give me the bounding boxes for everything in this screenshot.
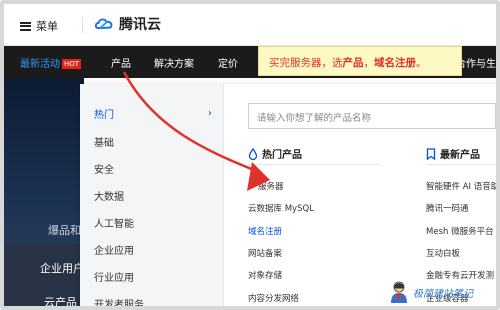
- product-link[interactable]: Mesh 微服务平台: [426, 225, 494, 237]
- brand-name: 腾讯云: [119, 17, 161, 33]
- brand-logo[interactable]: 腾讯云: [94, 14, 161, 34]
- category-ai[interactable]: 人工智能: [94, 215, 134, 230]
- product-link-domain[interactable]: 域名注册: [248, 225, 282, 237]
- search-placeholder: 请输入你想了解的产品名称: [257, 113, 372, 124]
- product-link[interactable]: 智能硬件 AI 语音助: [426, 180, 496, 192]
- divider: [426, 164, 496, 165]
- product-search-input[interactable]: 请输入你想了解的产品名称: [248, 103, 496, 129]
- nav-item-latest[interactable]: 最新活动 HOT: [20, 55, 82, 70]
- hero-headline: 爆品和: [48, 224, 81, 237]
- product-link[interactable]: 网站备案: [248, 247, 282, 259]
- category-bigdata[interactable]: 大数据: [94, 188, 124, 203]
- annotation-middle: ，: [363, 57, 375, 69]
- annotation-prefix: 买完服务器，选: [269, 57, 343, 69]
- hero-link-cloud[interactable]: 云产品: [44, 294, 77, 306]
- nav-item-partners[interactable]: 合作与生: [456, 55, 496, 70]
- watermark: 极简建站笔记: [388, 280, 473, 304]
- browser-frame: 菜单 腾讯云 最新活动 HOT 产品 解决方案 定价 合作与生 爆品和 企业用户 …: [0, 0, 500, 310]
- products-dropdown: 热门 › 基础 安全 大数据 人工智能 企业应用 行业应用 开发者服务 请输入你…: [80, 84, 496, 306]
- cartoon-avatar-icon: [391, 281, 407, 303]
- product-link[interactable]: 服务器: [258, 180, 284, 192]
- annotation-text: 买完服务器，选产品，域名注册。: [269, 55, 427, 70]
- category-basic[interactable]: 基础: [94, 134, 114, 149]
- divider: [248, 164, 380, 165]
- bookmark-icon: [426, 147, 436, 160]
- category-industry[interactable]: 行业应用: [94, 269, 134, 284]
- product-link[interactable]: 互动白板: [426, 247, 460, 259]
- droplet-icon: [248, 147, 258, 160]
- category-list: 热门 › 基础 安全 大数据 人工智能 企业应用 行业应用 开发者服务: [80, 84, 224, 306]
- category-enterprise[interactable]: 企业应用: [94, 242, 134, 257]
- category-hot[interactable]: 热门: [94, 106, 114, 121]
- product-link[interactable]: 对象存储: [248, 269, 282, 281]
- annotation-suffix: 。: [416, 57, 427, 69]
- hero-link-enterprise[interactable]: 企业用户: [40, 260, 84, 276]
- divider: [82, 17, 83, 33]
- product-link[interactable]: 内容分发网络: [248, 292, 299, 304]
- product-link[interactable]: 云数据库 MySQL: [248, 202, 314, 214]
- category-developer[interactable]: 开发者服务: [94, 296, 144, 306]
- chevron-right-icon: ›: [208, 108, 212, 119]
- nav-label: 最新活动: [20, 59, 60, 70]
- tencent-cloud-logo-icon: [94, 18, 113, 29]
- nav-item-pricing[interactable]: 定价: [218, 55, 238, 70]
- watermark-text: 极简建站笔记: [413, 288, 473, 300]
- menu-label: 菜单: [36, 20, 58, 33]
- product-link[interactable]: 腾讯一码通: [426, 202, 469, 214]
- hot-products-title: 热门产品: [262, 150, 302, 161]
- new-products-title: 最新产品: [440, 150, 480, 161]
- nav-item-products[interactable]: 产品: [111, 55, 131, 70]
- nav-item-solutions[interactable]: 解决方案: [154, 55, 194, 70]
- top-bar: 菜单 腾讯云: [4, 4, 496, 46]
- annotation-strong-product: 产品: [342, 57, 364, 69]
- menu-button[interactable]: 菜单: [20, 16, 58, 36]
- annotation-banner: 买完服务器，选产品，域名注册。: [258, 46, 462, 76]
- category-security[interactable]: 安全: [94, 161, 114, 176]
- hot-products-heading: 热门产品: [248, 146, 302, 161]
- new-products-heading: 最新产品: [426, 146, 480, 161]
- annotation-strong-domain: 域名注册: [374, 57, 416, 69]
- hot-badge: HOT: [62, 59, 82, 69]
- hamburger-icon: [20, 21, 31, 31]
